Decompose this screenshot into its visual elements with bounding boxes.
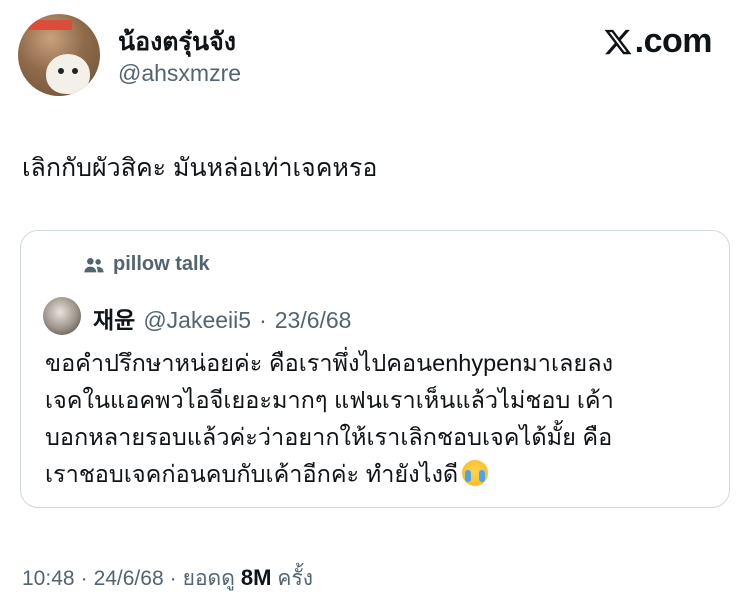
tweet-date[interactable]: 24/6/68	[94, 567, 164, 591]
quoted-text-line-last: เราชอบเจคก่อนคบกับเค้าอีกค่ะ ทำยังไงดี	[45, 456, 715, 493]
tweet-text: เลิกกับผัวสิคะ มันหล่อเท่าเจคหรอ	[22, 154, 378, 182]
author-display-name[interactable]: น้องตรุ๋นจัง	[118, 22, 236, 62]
quoted-text-line: เราชอบเจคก่อนคบกับเค้าอีกค่ะ ทำยังไงดี	[45, 461, 459, 487]
quoted-text-line: บอกหลายรอบแล้วค่ะว่าอยากให้เราเลิกชอบเจค…	[45, 424, 613, 450]
quoted-handle[interactable]: @Jakeeii5	[143, 307, 251, 334]
people-icon	[84, 257, 104, 272]
quoted-meta: 재윤 @Jakeeii5 · 23/6/68	[93, 301, 351, 335]
quoted-tweet[interactable]: pillow talk 재윤 @Jakeeii5 · 23/6/68 ขอคำป…	[20, 230, 730, 508]
profile-avatar[interactable]	[18, 14, 100, 96]
quoted-text-line: เจคในแอคพวไอจีเยอะมากๆ แฟนเราเห็นแล้วไม่…	[45, 387, 614, 413]
quoted-separator: ·	[259, 307, 267, 333]
quoted-text-line: ขอคำปรึกษาหน่อยค่ะ คือเราพึ่งไปคอนenhype…	[45, 350, 614, 376]
x-logo-text: .com	[634, 22, 713, 60]
community-label[interactable]: pillow talk	[83, 253, 210, 276]
x-logo: .com	[603, 22, 713, 61]
quoted-display-name[interactable]: 재윤	[93, 301, 135, 335]
quoted-text: ขอคำปรึกษาหน่อยค่ะ คือเราพึ่งไปคอนenhype…	[45, 345, 715, 493]
tweet-time[interactable]: 10:48	[22, 567, 75, 591]
avatar-decoration	[28, 20, 72, 30]
tweet-footer: 10:48 · 24/6/68 · ยอดดู 8M ครั้ง	[22, 562, 313, 595]
avatar-dog-image	[46, 54, 90, 94]
author-handle[interactable]: @ahsxmzre	[118, 60, 241, 87]
views-unit: ครั้ง	[277, 567, 313, 590]
footer-separator: ·	[80, 567, 88, 590]
quoted-date[interactable]: 23/6/68	[275, 307, 352, 334]
x-icon	[604, 29, 632, 54]
footer-separator: ·	[169, 567, 177, 590]
views-label: ยอดดู	[182, 567, 235, 590]
community-name: pillow talk	[113, 253, 210, 275]
crying-face-icon	[462, 460, 489, 486]
views-count[interactable]: 8M	[241, 565, 272, 591]
quoted-avatar[interactable]	[43, 297, 81, 335]
